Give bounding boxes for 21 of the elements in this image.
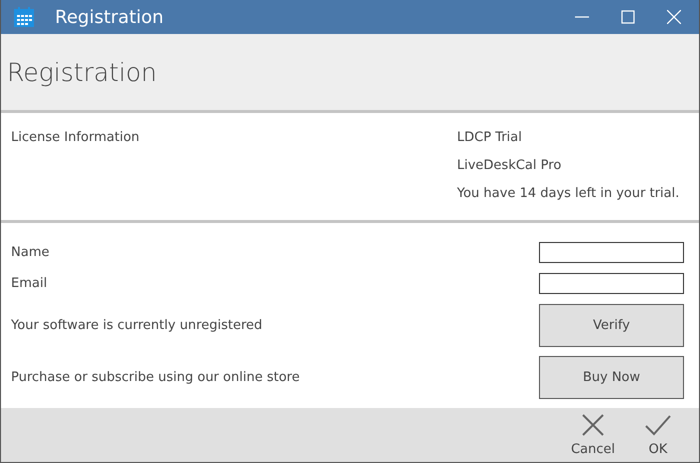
window-title: Registration <box>55 6 165 28</box>
close-icon <box>582 414 604 436</box>
page-heading: Registration <box>7 58 157 86</box>
ok-button[interactable]: OK <box>645 408 671 462</box>
calendar-icon <box>13 6 35 28</box>
action-description: Your software is currently unregistered <box>11 318 262 332</box>
input-field[interactable] <box>539 273 684 294</box>
cancel-button[interactable]: Cancel <box>570 408 615 462</box>
license-detail: LiveDeskCal Pro <box>457 158 562 173</box>
license-detail: LDCP Trial <box>457 130 523 145</box>
action-description: Purchase or subscribe using our online store <box>11 370 300 384</box>
maximize-icon[interactable] <box>621 10 635 24</box>
action-button[interactable]: Verify <box>539 304 684 346</box>
field-label: Name <box>11 245 50 260</box>
input-field[interactable] <box>539 242 684 263</box>
checkmark-icon <box>645 414 671 436</box>
license-label: License Information <box>11 130 140 147</box>
field-label: Email <box>11 276 48 291</box>
license-detail: You have 14 days left in your trial. <box>457 186 680 201</box>
action-button[interactable]: Buy Now <box>539 356 684 398</box>
close-icon[interactable] <box>667 10 681 24</box>
